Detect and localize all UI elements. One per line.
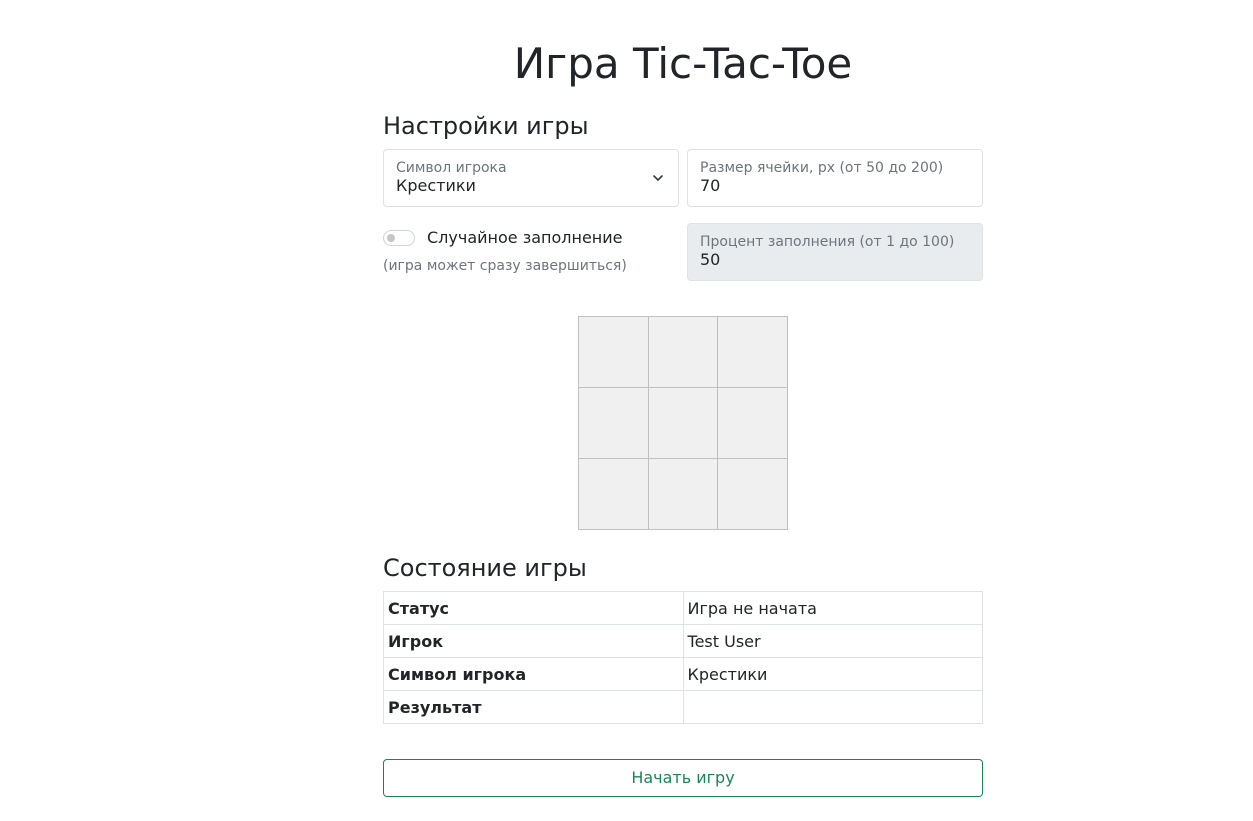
- random-fill-hint: (игра может сразу завершиться): [383, 258, 627, 274]
- fill-percent-value: 50: [700, 250, 721, 269]
- chevron-down-icon: [653, 175, 663, 181]
- board-cell[interactable]: [718, 317, 788, 388]
- board-cell[interactable]: [579, 317, 649, 388]
- status-value: Игра не начата: [682, 591, 984, 625]
- cell-size-input[interactable]: Размер ячейки, px (от 50 до 200) 70: [687, 149, 983, 207]
- board-cell[interactable]: [579, 388, 649, 459]
- board-cell[interactable]: [649, 317, 718, 388]
- status-key: Статус: [383, 591, 684, 625]
- cell-size-label: Размер ячейки, px (от 50 до 200): [700, 160, 944, 176]
- symbol-value: Крестики: [682, 657, 984, 691]
- random-fill-switch[interactable]: [383, 230, 415, 246]
- board-cell[interactable]: [579, 459, 649, 530]
- settings-heading: Настройки игры: [383, 112, 589, 140]
- board-cell[interactable]: [718, 388, 788, 459]
- start-game-button[interactable]: Начать игру: [383, 759, 983, 797]
- random-fill-label: Случайное заполнение: [427, 228, 623, 247]
- game-state-table: Статус Игра не начата Игрок Test User Си…: [383, 591, 984, 724]
- state-heading: Состояние игры: [383, 554, 587, 582]
- page-title: Игра Tic-Tac-Toe: [513, 39, 853, 88]
- player-symbol-select[interactable]: Символ игрока Крестики: [383, 149, 679, 207]
- symbol-key: Символ игрока: [383, 657, 684, 691]
- table-row: Символ игрока Крестики: [383, 657, 984, 691]
- cell-size-value: 70: [700, 176, 721, 195]
- fill-percent-label: Процент заполнения (от 1 до 100): [700, 234, 955, 250]
- player-symbol-label: Символ игрока: [396, 160, 507, 176]
- result-value: [682, 690, 984, 724]
- table-row: Игрок Test User: [383, 624, 984, 658]
- fill-percent-input: Процент заполнения (от 1 до 100) 50: [687, 223, 983, 281]
- table-row: Статус Игра не начата: [383, 591, 984, 625]
- table-row: Результат: [383, 690, 984, 724]
- game-board: [578, 316, 788, 530]
- result-key: Результат: [383, 690, 684, 724]
- board-cell[interactable]: [718, 459, 788, 530]
- player-symbol-value: Крестики: [396, 176, 476, 195]
- player-value: Test User: [682, 624, 984, 658]
- switch-knob: [387, 234, 395, 242]
- board-cell[interactable]: [649, 388, 718, 459]
- board-cell[interactable]: [649, 459, 718, 530]
- player-key: Игрок: [383, 624, 684, 658]
